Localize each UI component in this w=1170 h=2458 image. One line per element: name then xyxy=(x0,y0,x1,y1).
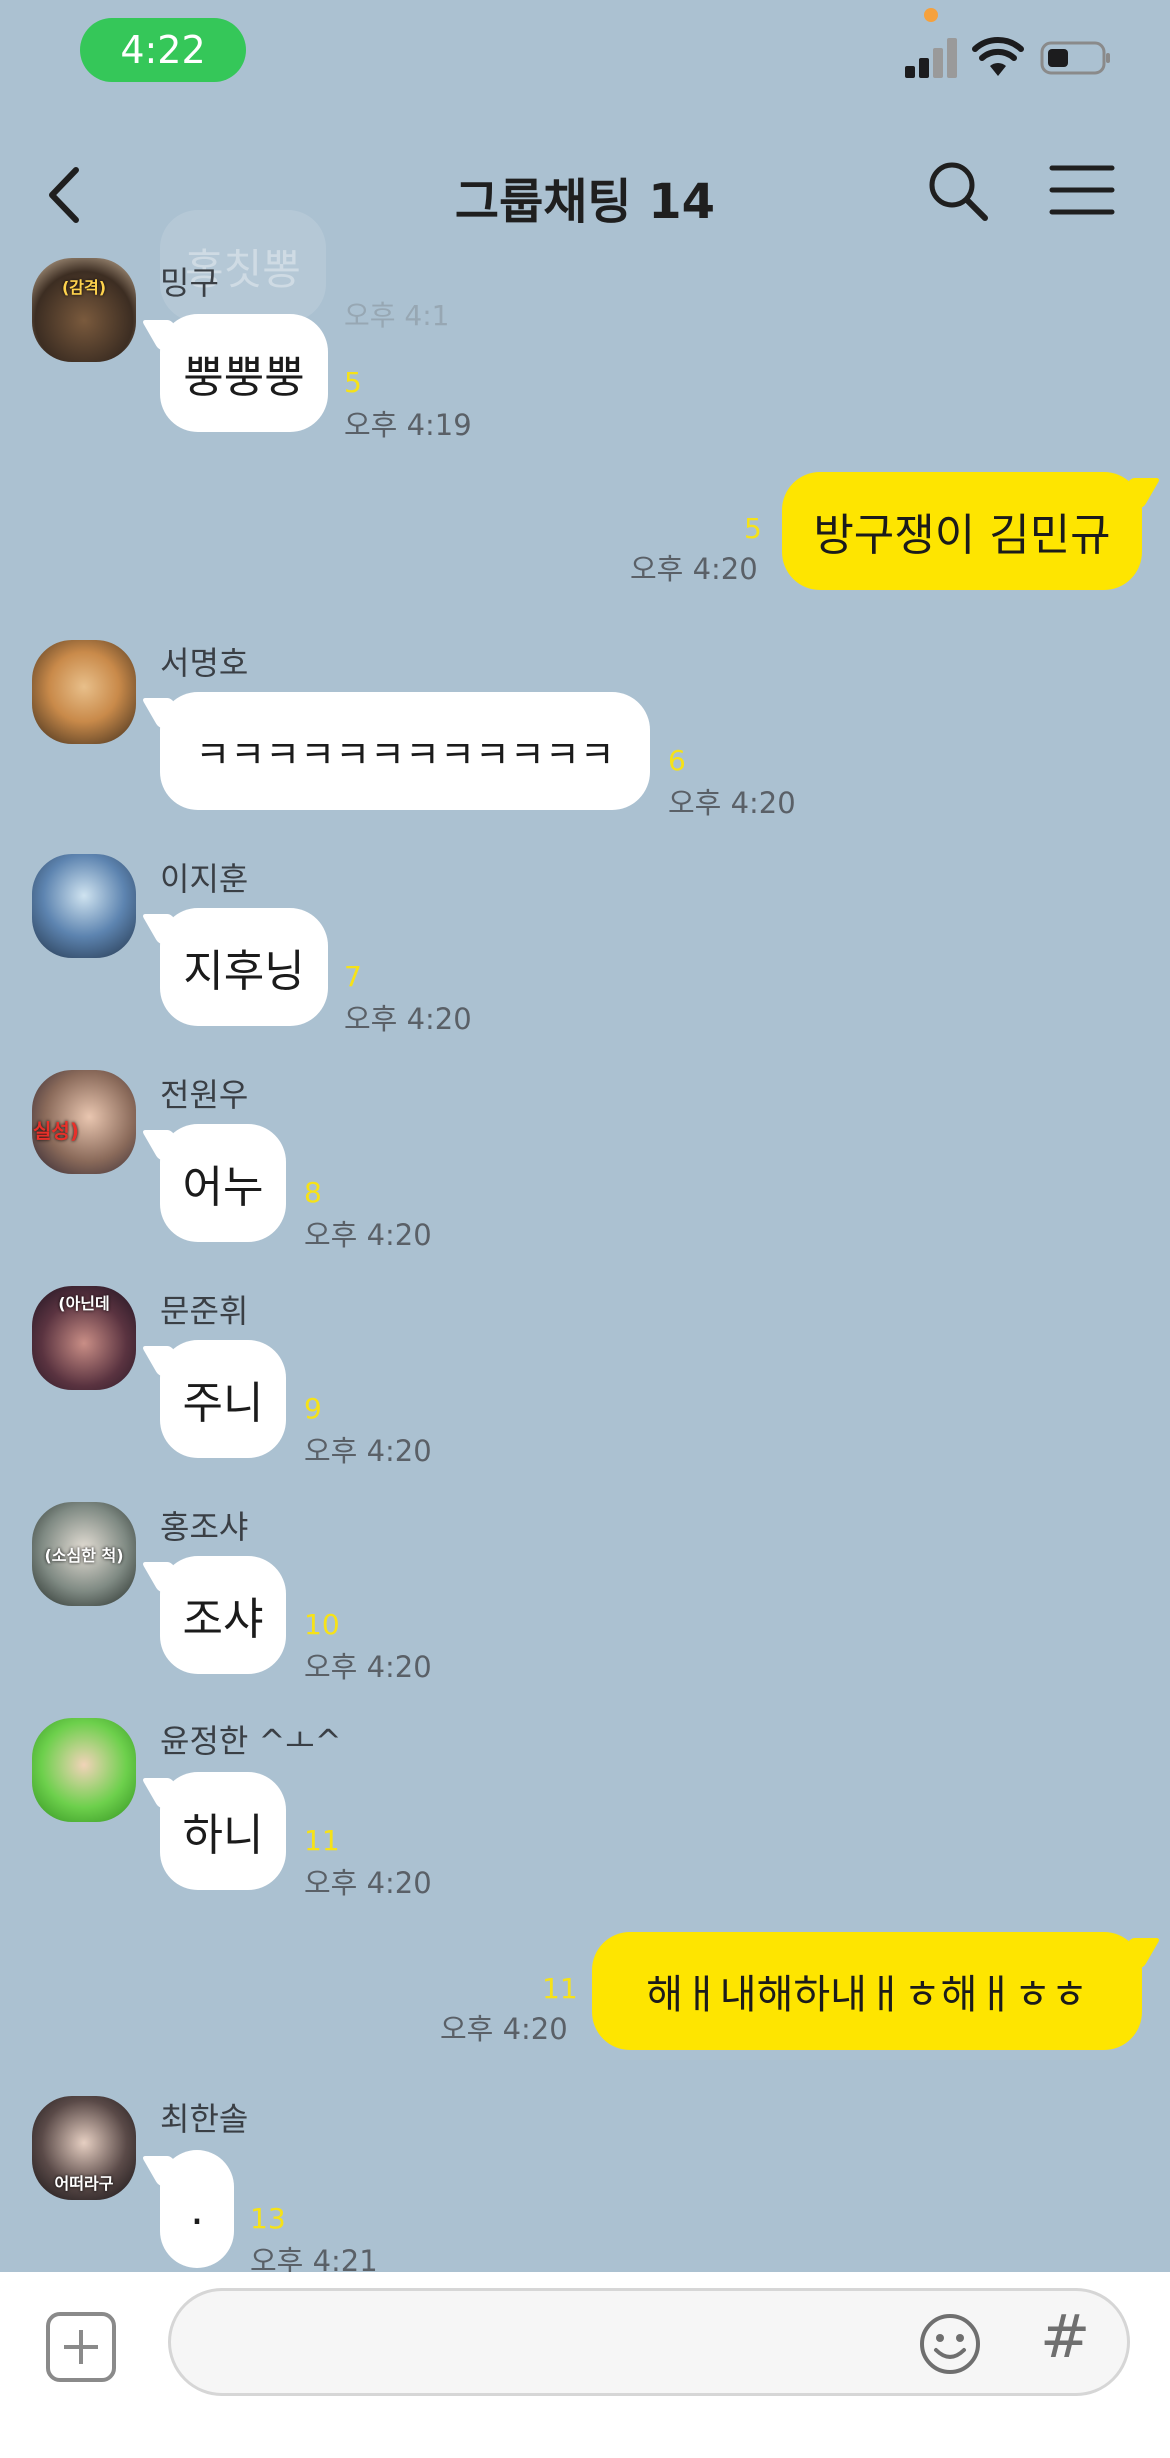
message-time: 오후 4:20 xyxy=(304,1866,432,1900)
message-bubble[interactable]: 지후닝 xyxy=(160,908,328,1026)
message-bubble[interactable]: 방구쟁이 김민규 xyxy=(782,472,1142,590)
unread-count: 11 xyxy=(542,1972,578,2005)
avatar[interactable]: (감격) xyxy=(32,258,136,362)
message-time: 오후 4:20 xyxy=(304,1650,432,1684)
privacy-indicator-dot xyxy=(924,8,938,22)
avatar-caption: 실성) xyxy=(33,1119,79,1143)
message-input[interactable] xyxy=(201,2311,965,2373)
avatar-caption: 어떠라구 xyxy=(54,2174,114,2193)
status-time: 4:22 xyxy=(80,18,246,82)
chat-title: 그룹채팅 14 xyxy=(454,174,716,230)
sender-name: 전원우 xyxy=(160,1076,249,1114)
avatar-caption: (감격) xyxy=(61,278,107,297)
message-bubble[interactable]: 하니 xyxy=(160,1772,286,1890)
search-icon[interactable] xyxy=(925,158,991,224)
avatar[interactable]: (아닌데 xyxy=(32,1286,136,1390)
avatar-caption: (소심한 척) xyxy=(44,1546,124,1565)
emoji-icon[interactable] xyxy=(918,2312,982,2376)
cellular-signal-icon xyxy=(905,36,959,78)
unread-count: 11 xyxy=(304,1824,340,1857)
unread-count: 5 xyxy=(744,512,762,545)
message-time: 오후 4:20 xyxy=(344,1002,472,1036)
message-time: 오후 4:20 xyxy=(668,786,796,820)
unread-count: 9 xyxy=(304,1392,322,1425)
message-bubble[interactable]: 어누 xyxy=(160,1124,286,1242)
unread-count: 7 xyxy=(344,960,362,993)
sender-name: 밍구 xyxy=(160,264,219,302)
message-time: 오후 4:20 xyxy=(440,2012,568,2046)
sender-name: 윤정한 ^ㅗ^ xyxy=(160,1722,342,1760)
sender-name: 문준휘 xyxy=(160,1292,249,1330)
hidden-previous-time: 오후 4:1 xyxy=(344,299,450,332)
menu-icon[interactable] xyxy=(1048,162,1116,218)
message-bubble[interactable]: 뿡뿡뿡 xyxy=(160,314,328,432)
battery-icon xyxy=(1040,41,1110,75)
message-bubble[interactable]: ㅋㅋㅋㅋㅋㅋㅋㅋㅋㅋㅋㅋ xyxy=(160,692,650,810)
chat-header: 홍칫뽕 오후 4:1 그룹채팅 14 xyxy=(0,110,1170,332)
sender-name: 홍조샤 xyxy=(160,1508,249,1546)
message-bubble[interactable]: . xyxy=(160,2150,234,2268)
message-time: 오후 4:20 xyxy=(304,1218,432,1252)
wifi-icon xyxy=(972,37,1024,76)
unread-count: 5 xyxy=(344,366,362,399)
message-time: 오후 4:20 xyxy=(630,552,758,586)
unread-count: 13 xyxy=(250,2202,286,2235)
avatar[interactable]: 어떠라구 xyxy=(32,2096,136,2200)
sender-name: 서명호 xyxy=(160,644,249,682)
unread-count: 6 xyxy=(668,744,686,777)
avatar-caption: (아닌데 xyxy=(58,1294,110,1313)
add-attachment-button[interactable] xyxy=(46,2312,116,2382)
unread-count: 10 xyxy=(304,1608,340,1641)
message-bubble[interactable]: 해ㅐ내해하내ㅐㅎ해ㅐㅎㅎ xyxy=(592,1932,1142,2050)
avatar[interactable]: 실성) xyxy=(32,1070,136,1174)
message-text-field[interactable] xyxy=(168,2288,1130,2396)
avatar[interactable]: (소심한 척) xyxy=(32,1502,136,1606)
avatar[interactable] xyxy=(32,640,136,744)
message-bubble[interactable]: 주니 xyxy=(160,1340,286,1458)
avatar[interactable] xyxy=(32,1718,136,1822)
message-bubble[interactable]: 조샤 xyxy=(160,1556,286,1674)
sender-name: 이지훈 xyxy=(160,860,249,898)
sender-name: 최한솔 xyxy=(160,2100,249,2138)
message-time: 오후 4:20 xyxy=(304,1434,432,1468)
avatar[interactable] xyxy=(32,854,136,958)
message-input-bar: # xyxy=(0,2272,1170,2458)
hashtag-search-button[interactable]: # xyxy=(1040,2302,1100,2382)
message-time: 오후 4:19 xyxy=(344,408,472,442)
unread-count: 8 xyxy=(304,1176,322,1209)
status-bar: 4:22 xyxy=(0,0,1170,110)
